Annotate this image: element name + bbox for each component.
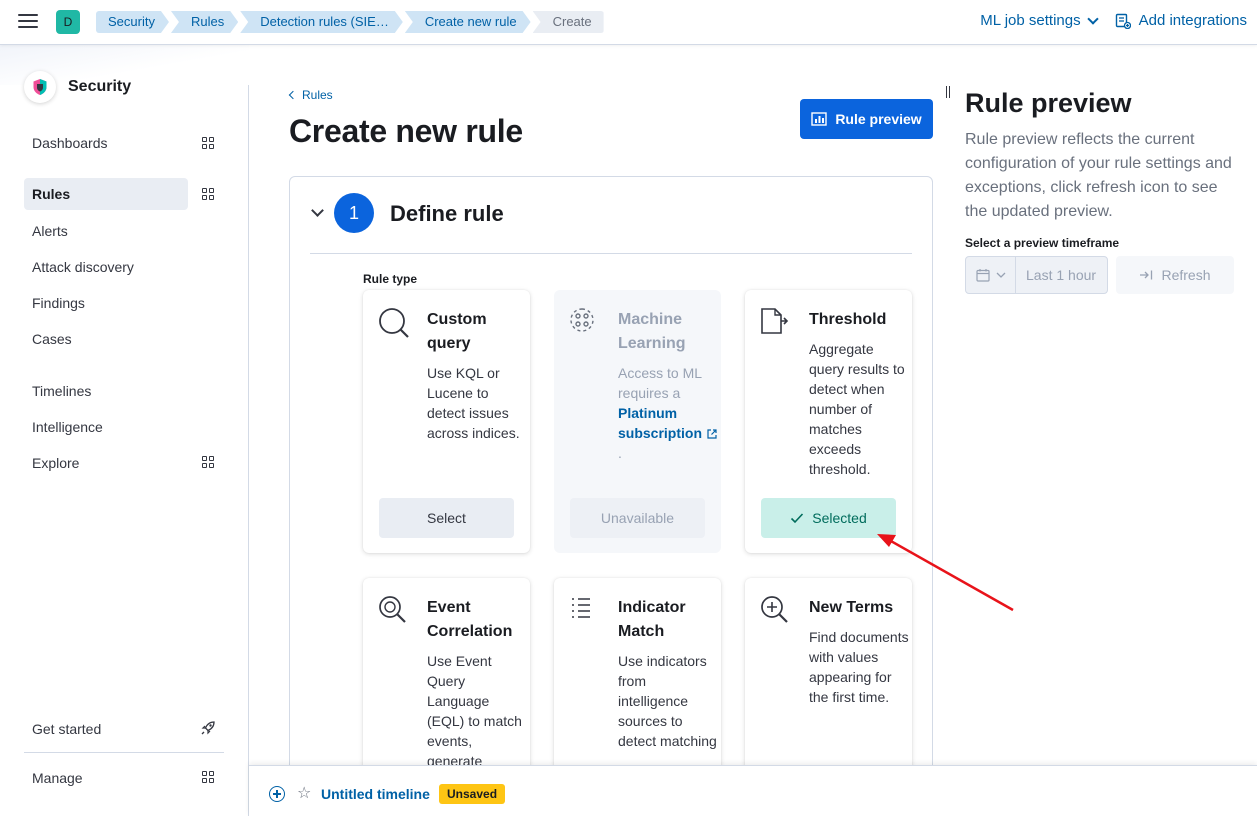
sidebar-item-rules[interactable]: Rules — [24, 178, 188, 210]
card-description: Access to ML requires a Platinum subscri… — [618, 363, 718, 463]
step-divider — [310, 253, 912, 254]
sidebar-item-timelines[interactable]: Timelines — [24, 375, 188, 407]
sidebar-item-cases[interactable]: Cases — [24, 323, 188, 355]
ml-desc-prefix: Access to ML requires a — [618, 365, 702, 401]
card-title: Custom query — [427, 311, 487, 352]
sidebar-item-manage[interactable]: Manage — [24, 762, 188, 794]
unavailable-button: Unavailable — [570, 498, 705, 538]
timeframe-quick-select — [966, 257, 1016, 293]
card-title: Indicator Match — [618, 599, 686, 640]
refresh-button: Refresh — [1116, 256, 1234, 294]
event-correlation-icon — [379, 596, 406, 623]
card-description: Use Event Query Language (EQL) to match … — [427, 653, 522, 769]
star-icon[interactable]: ☆ — [297, 783, 311, 803]
sidebar: Security Dashboards Rules Alerts Attack … — [0, 45, 249, 816]
sidebar-item-intelligence[interactable]: Intelligence — [24, 411, 188, 443]
chart-icon — [811, 112, 828, 126]
rule-type-label: Rule type — [363, 272, 418, 286]
back-to-rules-link[interactable]: Rules — [288, 88, 333, 102]
ml-desc-suffix: . — [618, 445, 622, 461]
sidebar-item-attack-discovery[interactable]: Attack discovery — [24, 251, 188, 283]
timeline-bar: ☆ Untitled timeline Unsaved — [249, 765, 1257, 816]
add-integrations-label: Add integrations — [1138, 12, 1247, 29]
rule-preview-title: Rule preview — [965, 88, 1132, 118]
breadcrumb-rules[interactable]: Rules — [171, 11, 238, 33]
calendar-icon — [975, 269, 990, 282]
chevron-down-icon — [996, 272, 1005, 278]
card-description: Find documents with values appearing for… — [809, 629, 909, 705]
card-description: Use indicators from intelligence sources… — [618, 653, 717, 749]
step-title: Define rule — [390, 201, 504, 226]
timeframe-picker: Last 1 hour — [965, 256, 1108, 294]
threshold-selected-button[interactable]: Selected — [761, 498, 896, 538]
header-actions: ML job settings Add integrations — [980, 12, 1247, 29]
add-integrations-icon — [1115, 13, 1131, 29]
manage-apps-icon[interactable] — [202, 771, 214, 783]
chevron-left-icon — [288, 90, 298, 100]
threshold-icon — [761, 308, 789, 334]
card-title: Threshold — [809, 311, 887, 328]
security-logo-icon — [24, 71, 56, 103]
selected-label: Selected — [812, 510, 867, 526]
step-number: 1 — [334, 193, 374, 233]
breadcrumb-detection-rules[interactable]: Detection rules (SIE… — [240, 11, 403, 33]
search-icon — [379, 308, 409, 338]
rule-preview-button[interactable]: Rule preview — [800, 99, 933, 139]
chevron-down-icon — [1086, 12, 1099, 25]
timeline-name-link[interactable]: Untitled timeline — [321, 786, 430, 802]
ml-job-settings-label: ML job settings — [980, 12, 1081, 29]
timeframe-label: Select a preview timeframe — [965, 236, 1120, 250]
sidebar-item-get-started[interactable]: Get started — [24, 713, 188, 745]
ml-job-settings-button[interactable]: ML job settings — [980, 12, 1099, 29]
dashboards-apps-icon[interactable] — [202, 137, 214, 149]
sidebar-item-dashboards[interactable]: Dashboards — [24, 127, 188, 159]
card-description: Aggregate query results to detect when n… — [809, 341, 905, 477]
add-integrations-button[interactable]: Add integrations — [1115, 12, 1247, 29]
space-avatar[interactable]: D — [56, 10, 80, 34]
machine-learning-icon — [570, 308, 594, 332]
card-description: Use KQL or Lucene to detect issues acros… — [427, 365, 520, 441]
top-header: D Security Rules Detection rules (SIE… C… — [0, 0, 1257, 45]
rule-preview-label: Rule preview — [835, 111, 922, 127]
card-title: Event Correlation — [427, 599, 513, 640]
zoom-in-icon — [761, 596, 788, 623]
rule-card-machine-learning: Machine Learning Access to ML requires a… — [554, 290, 721, 553]
add-timeline-icon[interactable] — [269, 786, 285, 802]
panel-resize-handle[interactable] — [946, 86, 950, 98]
rule-card-threshold[interactable]: Threshold Aggregate query results to det… — [745, 290, 912, 553]
sidebar-divider — [24, 752, 224, 753]
sidebar-item-explore[interactable]: Explore — [24, 447, 188, 479]
rocket-icon — [201, 721, 215, 735]
external-link-icon[interactable] — [706, 428, 718, 440]
app-title: Security — [68, 78, 132, 95]
platinum-subscription-link[interactable]: Platinum subscription — [618, 405, 702, 441]
explore-apps-icon[interactable] — [202, 456, 214, 468]
sidebar-item-alerts[interactable]: Alerts — [24, 215, 188, 247]
refresh-icon — [1140, 270, 1153, 280]
menu-icon[interactable] — [18, 14, 38, 30]
breadcrumb: Security Rules Detection rules (SIE… Cre… — [96, 11, 606, 33]
rule-card-custom-query[interactable]: Custom query Use KQL or Lucene to detect… — [363, 290, 530, 553]
card-title: Machine Learning — [618, 311, 686, 352]
check-icon — [791, 513, 804, 524]
list-icon — [572, 598, 590, 618]
refresh-label: Refresh — [1161, 267, 1211, 283]
select-custom-query-button[interactable]: Select — [379, 498, 514, 538]
rule-preview-description: Rule preview reflects the current config… — [965, 131, 1232, 220]
breadcrumb-create-new-rule[interactable]: Create new rule — [405, 11, 531, 33]
card-title: New Terms — [809, 599, 894, 616]
page-title: Create new rule — [289, 113, 523, 149]
rules-apps-icon[interactable] — [202, 188, 214, 200]
breadcrumb-security[interactable]: Security — [96, 11, 169, 33]
timeframe-value: Last 1 hour — [1026, 267, 1097, 283]
back-link-label: Rules — [302, 88, 333, 102]
breadcrumb-create: Create — [532, 11, 604, 33]
sidebar-item-findings[interactable]: Findings — [24, 287, 188, 319]
unsaved-badge: Unsaved — [439, 784, 506, 804]
